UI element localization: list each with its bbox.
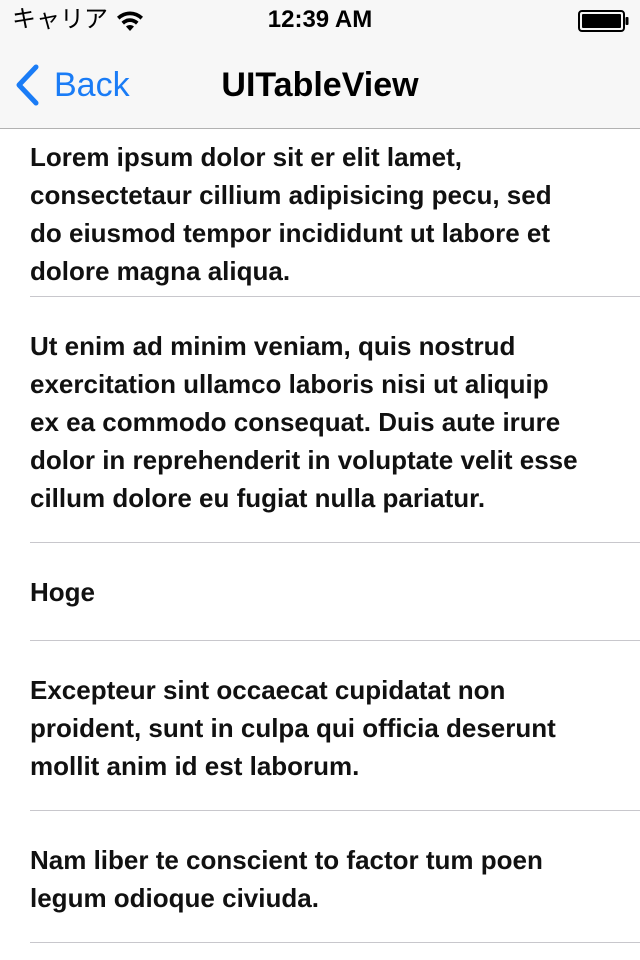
nav-title: UITableView [221,66,419,104]
table-row[interactable]: Nam liber te conscient to factor tum poe… [0,811,640,943]
table-view[interactable]: Lorem ipsum dolor sit er elit lamet, con… [0,129,640,960]
status-time: 12:39 AM [267,6,373,33]
table-row[interactable]: Hoge [0,543,640,641]
table-row[interactable]: Ut enim ad minim veniam, quis nostrud ex… [0,297,640,543]
status-bar: キャリア 12:39 AM [0,0,640,40]
table-row[interactable]: Excepteur sint occaecat cupidatat non pr… [0,641,640,811]
top-bar: キャリア 12:39 AM Back UITableView [0,0,640,129]
table-row[interactable]: Lorem ipsum dolor sit er elit lamet, con… [0,129,640,297]
table-row-text: Nam liber te conscient to factor tum poe… [30,845,543,913]
navigation-bar: Back UITableView [0,40,640,128]
screen: キャリア 12:39 AM Back UITableView Lorem ips… [0,0,640,960]
table-row-text: Excepteur sint occaecat cupidatat non pr… [30,675,556,781]
battery-full-icon [578,10,629,32]
table-row-text: Lorem ipsum dolor sit er elit lamet, con… [30,142,552,286]
table-row-text: Ut enim ad minim veniam, quis nostrud ex… [30,331,578,513]
table-row-text: Hoge [30,577,95,607]
